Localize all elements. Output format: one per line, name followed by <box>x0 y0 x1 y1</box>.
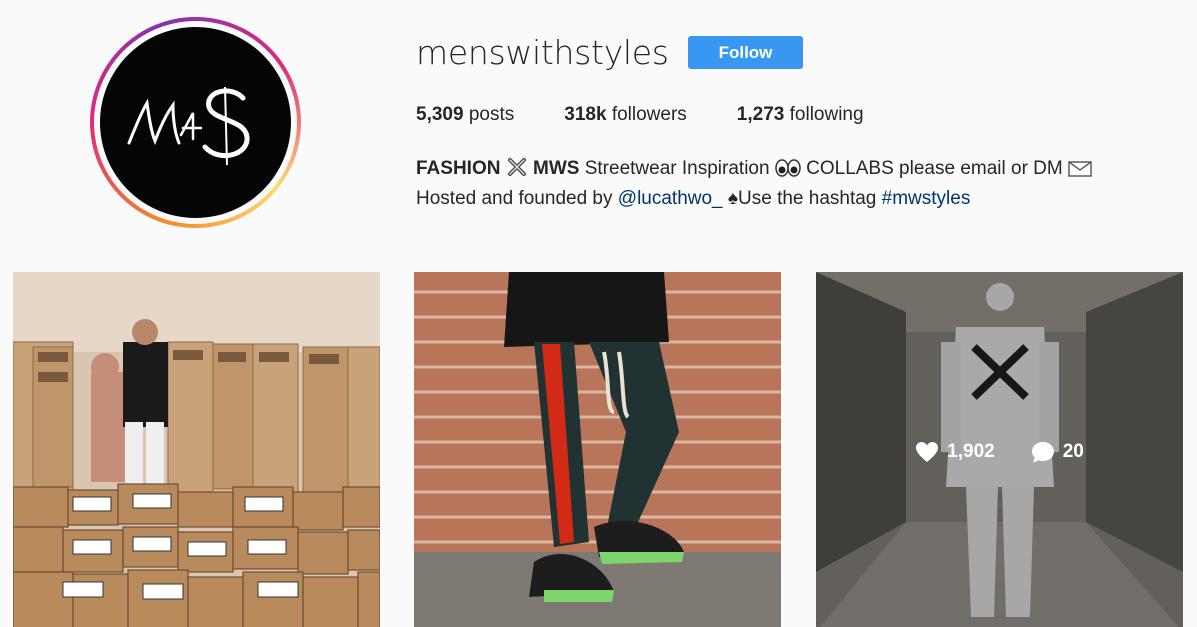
following-stat[interactable]: 1,273 following <box>737 104 864 126</box>
follow-button[interactable]: Follow <box>688 36 803 69</box>
comments-count-group: 20 <box>1031 441 1084 463</box>
heart-icon <box>916 442 939 462</box>
bio-collabs: COLLABS please email or DM <box>806 158 1063 179</box>
post-tile-2[interactable] <box>414 272 781 627</box>
profile-stats: 5,309 posts 318k followers 1,273 followi… <box>416 104 914 126</box>
spade-icon: ♠ <box>727 188 738 209</box>
posts-label: posts <box>468 104 515 125</box>
profile-bio: FASHION MWS Streetwear Inspiration COLLA… <box>416 154 1092 214</box>
mws-logo-icon <box>127 86 249 165</box>
post-tile-1[interactable] <box>13 272 380 627</box>
post-hover-overlay: 1,902 20 <box>816 272 1183 627</box>
likes-count-group: 1,902 <box>915 441 995 463</box>
post-tile-3[interactable]: 1,902 20 <box>816 272 1183 627</box>
comment-icon <box>1031 442 1054 463</box>
likes-count: 1,902 <box>947 441 995 462</box>
bio-line-2: Hosted and founded by @lucathwo_ ♠Use th… <box>416 184 1092 214</box>
following-count: 1,273 <box>736 104 785 125</box>
bio-use-hashtag: Use the hashtag <box>738 188 877 209</box>
followers-stat[interactable]: 318k followers <box>564 104 687 126</box>
post-image-boxes <box>13 272 380 627</box>
eyes-icon <box>775 158 801 178</box>
cross-mark-icon <box>506 156 528 178</box>
avatar-gap <box>94 21 297 224</box>
envelope-icon <box>1068 160 1092 178</box>
following-label: following <box>789 104 864 125</box>
bio-mention-link[interactable]: @lucathwo_ <box>618 188 723 209</box>
profile-avatar[interactable] <box>90 17 301 228</box>
bio-hosted: Hosted and founded by <box>416 188 613 209</box>
followers-count: 318k <box>564 104 607 125</box>
bio-mws: MWS <box>533 158 580 179</box>
bio-fashion: FASHION <box>416 158 501 179</box>
avatar-logo <box>100 27 291 218</box>
posts-stat: 5,309 posts <box>416 104 514 126</box>
bio-streetwear: Streetwear Inspiration <box>584 158 770 179</box>
bio-hashtag-link[interactable]: #mwstyles <box>882 188 971 209</box>
bio-line-1: FASHION MWS Streetwear Inspiration COLLA… <box>416 154 1092 184</box>
followers-label: followers <box>611 104 687 125</box>
comments-count: 20 <box>1062 441 1084 462</box>
username: menswithstyles <box>416 33 669 72</box>
posts-count: 5,309 <box>416 104 464 125</box>
post-image-trackpants <box>414 272 781 627</box>
